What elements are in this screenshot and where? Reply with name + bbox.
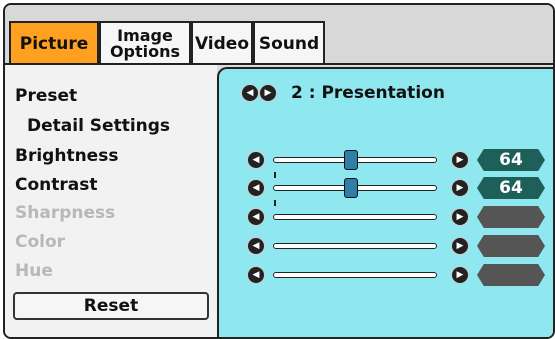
tab-sound-label: Sound bbox=[258, 34, 320, 54]
brightness-value: 64 bbox=[477, 149, 545, 171]
preset-selector[interactable]: ◀ ▶ 2 : Presentation bbox=[241, 83, 445, 103]
reset-button[interactable]: Reset bbox=[13, 292, 209, 320]
osd-menu-window: Picture Image Options Video Sound Preset… bbox=[3, 3, 555, 339]
sharpness-slider-row: ◀ ▶ bbox=[247, 206, 547, 228]
menu-item-hue: Hue bbox=[15, 261, 53, 281]
menu-list: Preset Detail Settings Brightness Contra… bbox=[5, 65, 217, 337]
left-arrow-icon: ◀ bbox=[247, 237, 265, 255]
settings-panel: ◀ ▶ 2 : Presentation ◀ ▶ 64 ◀ ▶ 64 ◀ ▶ ◀… bbox=[217, 67, 553, 337]
color-slider-track bbox=[273, 243, 437, 249]
left-arrow-icon: ◀ bbox=[247, 266, 265, 284]
sharpness-value bbox=[477, 206, 545, 228]
right-arrow-icon[interactable]: ▶ bbox=[259, 84, 277, 102]
tab-image-options[interactable]: Image Options bbox=[99, 21, 191, 65]
hue-slider-row: ◀ ▶ bbox=[247, 264, 547, 286]
menu-item-brightness[interactable]: Brightness bbox=[15, 146, 118, 166]
tab-image-options-line2: Options bbox=[109, 42, 181, 61]
right-arrow-icon: ▶ bbox=[451, 237, 469, 255]
tab-picture-label: Picture bbox=[19, 34, 89, 54]
tab-video[interactable]: Video bbox=[191, 21, 253, 65]
left-arrow-icon: ◀ bbox=[247, 208, 265, 226]
contrast-slider-thumb[interactable] bbox=[344, 178, 358, 198]
brightness-slider-thumb[interactable] bbox=[344, 150, 358, 170]
tab-bar: Picture Image Options Video Sound bbox=[5, 5, 553, 65]
left-arrow-icon[interactable]: ◀ bbox=[241, 84, 259, 102]
menu-item-contrast[interactable]: Contrast bbox=[15, 175, 98, 195]
hue-slider-track bbox=[273, 272, 437, 278]
right-arrow-icon[interactable]: ▶ bbox=[451, 151, 469, 169]
left-arrow-icon[interactable]: ◀ bbox=[247, 151, 265, 169]
sharpness-slider-track bbox=[273, 214, 437, 220]
tab-sound[interactable]: Sound bbox=[253, 21, 325, 65]
hue-value bbox=[477, 264, 545, 286]
menu-item-color: Color bbox=[15, 232, 66, 252]
right-arrow-icon: ▶ bbox=[451, 266, 469, 284]
brightness-slider-row[interactable]: ◀ ▶ 64 bbox=[247, 149, 547, 178]
right-arrow-icon[interactable]: ▶ bbox=[451, 179, 469, 197]
color-value bbox=[477, 235, 545, 257]
contrast-slider-row[interactable]: ◀ ▶ 64 bbox=[247, 177, 547, 206]
menu-item-detail-settings[interactable]: Detail Settings bbox=[27, 116, 170, 136]
contrast-value: 64 bbox=[477, 177, 545, 199]
right-arrow-icon: ▶ bbox=[451, 208, 469, 226]
tab-video-label: Video bbox=[194, 34, 250, 54]
brightness-slider-track[interactable] bbox=[273, 150, 437, 178]
color-slider-row: ◀ ▶ bbox=[247, 235, 547, 257]
menu-item-preset[interactable]: Preset bbox=[15, 86, 77, 106]
tab-picture[interactable]: Picture bbox=[9, 21, 99, 65]
left-arrow-icon[interactable]: ◀ bbox=[247, 179, 265, 197]
preset-value: 2 : Presentation bbox=[291, 83, 445, 103]
contrast-slider-track[interactable] bbox=[273, 178, 437, 206]
menu-item-sharpness: Sharpness bbox=[15, 203, 116, 223]
